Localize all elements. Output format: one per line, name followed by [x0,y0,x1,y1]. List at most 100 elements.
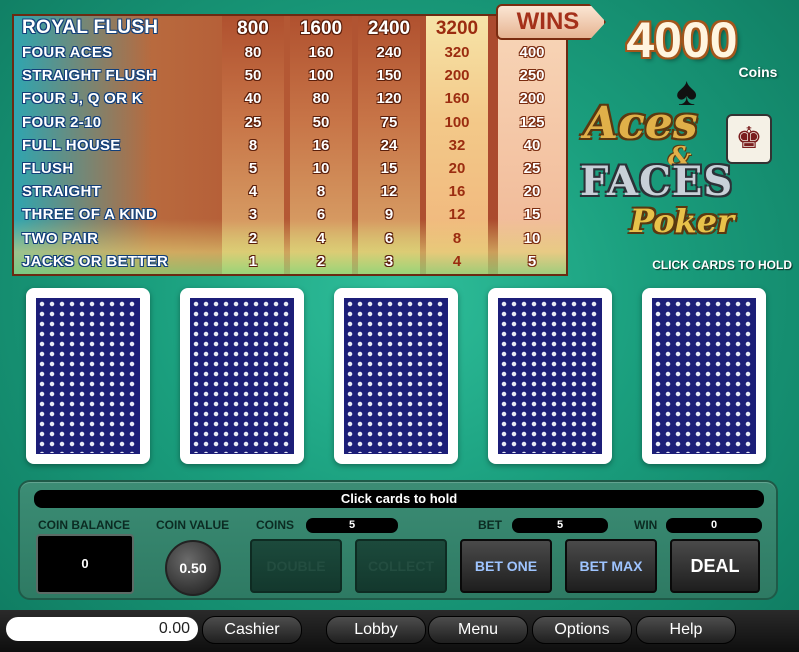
hand-name: FOUR J, Q OR K [22,90,143,108]
wins-cell: 200 [519,90,545,108]
lobby-button[interactable]: Lobby [326,616,426,644]
payout-cell: 4 [248,183,258,201]
coins-value: 5 [306,518,398,533]
payout-cell: 1600 [299,18,343,39]
payout-cell: 80 [244,44,262,61]
payout-cell: 10 [312,160,330,177]
payout-cell: 2 [248,229,258,247]
menu-button[interactable]: Menu [428,616,528,644]
hand-name: JACKS OR BETTER [22,252,169,270]
payout-cell: 6 [384,229,394,247]
payout-cell: 160 [444,90,470,108]
wins-cell: 10 [523,229,541,247]
wins-cell: 40 [523,136,541,154]
balance-field: 0.00 [6,617,198,641]
payout-cell: 4 [316,229,326,247]
hand-name: FLUSH [22,160,74,177]
card-back [498,298,602,454]
payout-cell: 20 [448,160,466,177]
wins-cell: 5 [527,252,537,270]
deal-button[interactable]: DEAL [670,539,760,593]
payout-cell: 4 [452,252,462,270]
king-card-icon: ♚ [726,114,772,164]
hand-name: THREE OF A KIND [22,206,158,224]
payout-cell: 16 [448,183,466,201]
payout-cell: 3200 [435,18,479,39]
hand-name: FULL HOUSE [22,136,121,154]
payout-cell: 16 [312,136,330,154]
payout-cell: 320 [444,44,470,61]
payout-cell: 800 [237,18,269,39]
payout-cell: 12 [448,206,466,224]
bet-max-button[interactable]: BET MAX [565,539,657,593]
payout-cell: 2400 [367,18,411,39]
payout-cell: 15 [380,160,398,177]
win-value: 0 [666,518,762,533]
coin-value-button[interactable]: 0.50 [165,540,221,596]
wins-cell: 125 [519,113,545,131]
payout-cell: 240 [376,44,402,61]
payout-cell: 8 [452,229,462,247]
payout-cell: 9 [384,206,394,224]
card-2[interactable] [180,288,304,464]
wins-cell: 20 [523,183,541,201]
hand-name: FOUR 2-10 [22,113,102,131]
win-label: WIN [634,518,658,532]
payout-cell: 24 [380,136,398,154]
help-button[interactable]: Help [636,616,736,644]
bet-value: 5 [512,518,608,533]
card-back [344,298,448,454]
logo-poker: Poker [630,202,734,240]
payout-cell: 1 [248,252,258,270]
collect-button[interactable]: COLLECT [355,539,447,593]
payout-cell: 3 [384,252,394,270]
bet-label: BET [478,518,502,532]
double-button[interactable]: DOUBLE [250,539,342,593]
payout-cell: 5 [248,160,258,177]
wins-cell: 400 [519,44,545,61]
wins-cell: 15 [523,206,541,224]
wins-cell: 250 [519,67,545,85]
payout-cell: 160 [308,44,334,61]
payout-cell: 200 [444,67,470,85]
options-button[interactable]: Options [532,616,632,644]
payout-cell: 8 [248,136,258,154]
hand-name: TWO PAIR [22,229,99,247]
card-3[interactable] [334,288,458,464]
coin-balance-label: COIN BALANCE [38,518,130,532]
card-back [190,298,294,454]
wins-cell: 25 [523,160,541,177]
payout-cell: 40 [244,90,262,108]
card-4[interactable] [488,288,612,464]
payout-cell: 2 [316,252,326,270]
payout-cell: 100 [444,113,470,131]
payout-cell: 100 [308,67,334,85]
wins-label: WINS [516,8,580,35]
message-bar: Click cards to hold [34,490,764,508]
payout-cell: 50 [244,67,262,85]
cashier-button[interactable]: Cashier [202,616,302,644]
payout-cell: 32 [448,136,466,154]
payout-cell: 3 [248,206,258,224]
hand-name: FOUR ACES [22,44,113,61]
card-5[interactable] [642,288,766,464]
paytable: ROYAL FLUSH 800 1600 2400 3200 FOUR ACES 80 160… [12,14,568,276]
logo-faces: FACES [580,158,734,205]
hand-name: STRAIGHT FLUSH [22,67,158,85]
payout-cell: 6 [316,206,326,224]
coins-label: COINS [256,518,295,532]
card-1[interactable] [26,288,150,464]
payout-cell: 12 [380,183,398,201]
hand-name: ROYAL FLUSH [22,17,159,38]
payout-cell: 150 [376,67,402,85]
hand-name: STRAIGHT [22,183,102,201]
bet-one-button[interactable]: BET ONE [460,539,552,593]
coin-balance: 0 [36,534,134,594]
payout-cell: 50 [312,113,330,131]
payout-cell: 80 [312,90,330,108]
win-amount: 4000 [626,12,738,68]
coin-value-label: COIN VALUE [156,518,230,532]
payout-cell: 120 [376,90,402,108]
hold-hint: CLICK CARDS TO HOLD [652,258,792,272]
payout-cell: 8 [316,183,326,201]
